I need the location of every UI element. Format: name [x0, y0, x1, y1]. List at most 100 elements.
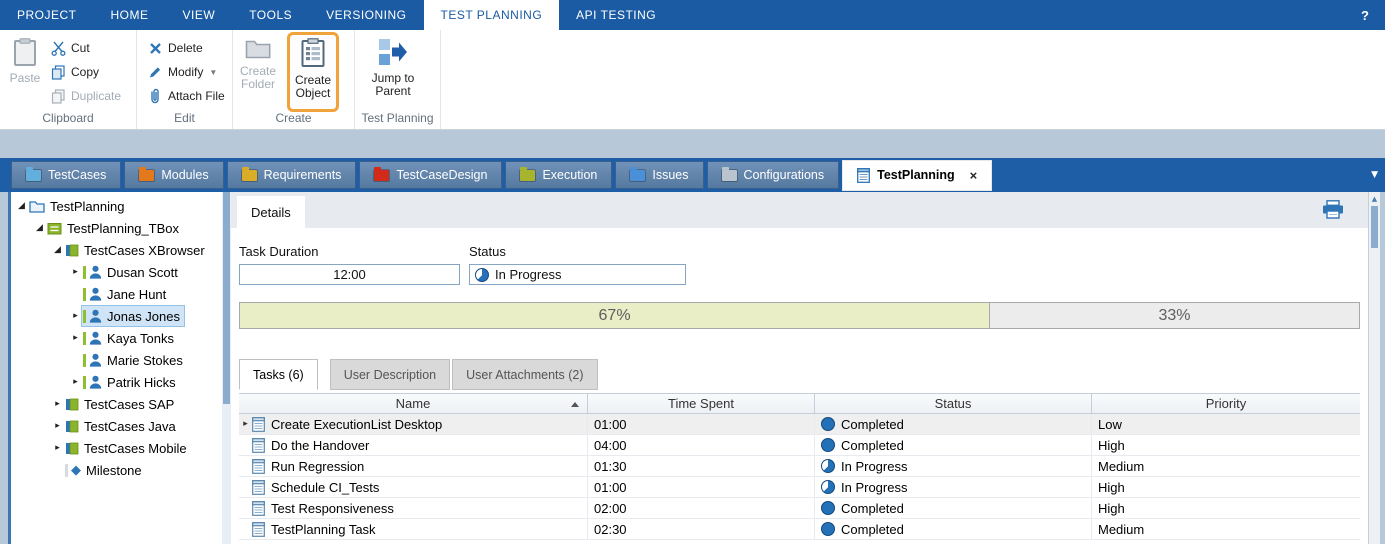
tab-user-description[interactable]: User Description [330, 359, 450, 390]
priority-cell: Low [1092, 414, 1360, 434]
delete-x-icon [147, 42, 163, 55]
menu-tab-home[interactable]: HOME [94, 0, 166, 30]
time-spent-cell: 01:00 [588, 477, 815, 497]
duplicate-icon [50, 89, 66, 104]
column-header-name[interactable]: Name [239, 394, 588, 413]
task-icon [252, 459, 265, 474]
tree-item-kaya-tonks[interactable]: ▸ Kaya Tonks [11, 327, 222, 349]
doc-tab-testcases[interactable]: TestCases [11, 161, 121, 189]
close-tab-icon[interactable]: × [970, 168, 978, 183]
paste-button[interactable]: Paste [2, 33, 48, 111]
expand-arrow-icon[interactable]: ▸ [69, 333, 82, 343]
status-field[interactable]: In Progress [469, 264, 686, 285]
menu-tab-api-testing[interactable]: API TESTING [559, 0, 673, 30]
tree-item-testcases-sap[interactable]: ▸ TestCases SAP [11, 393, 222, 415]
column-header-status[interactable]: Status [815, 394, 1092, 413]
doc-tab-configurations[interactable]: Configurations [707, 161, 840, 189]
table-row[interactable]: Do the Handover 04:00 Completed High [239, 435, 1360, 456]
copy-button[interactable]: Copy [46, 60, 125, 84]
tab-user-attachments[interactable]: User Attachments (2) [452, 359, 597, 390]
row-expand-icon[interactable]: ▸ [239, 419, 252, 429]
scroll-up-icon[interactable]: ▲ [1369, 192, 1380, 205]
tree-item-jonas-jones[interactable]: ▸ Jonas Jones [11, 305, 222, 327]
folder-icon [245, 38, 271, 62]
details-scrollbar-thumb[interactable] [1371, 206, 1378, 248]
table-row[interactable]: Schedule CI_Tests 01:00 In Progress High [239, 477, 1360, 498]
cut-button[interactable]: Cut [46, 36, 125, 60]
tree-item-label: TestPlanning_TBox [67, 221, 179, 236]
tree-item-patrik-hicks[interactable]: ▸ Patrik Hicks [11, 371, 222, 393]
details-scrollbar[interactable]: ▲ [1368, 192, 1380, 544]
column-header-time-spent[interactable]: Time Spent [588, 394, 815, 413]
priority-cell: High [1092, 435, 1360, 455]
expand-arrow-icon[interactable]: ▸ [51, 443, 64, 453]
collapse-arrow-icon[interactable]: ◢ [15, 201, 28, 211]
create-folder-button[interactable]: Create Folder [235, 33, 281, 111]
tree-item-milestone[interactable]: ◆ Milestone [11, 459, 222, 481]
tree-item-label: Marie Stokes [107, 353, 183, 368]
menu-tab-versioning[interactable]: VERSIONING [309, 0, 423, 30]
modify-dropdown-icon[interactable]: ▼ [209, 68, 217, 77]
tree-scrollbar[interactable] [222, 192, 231, 544]
modify-button[interactable]: Modify ▼ [143, 60, 229, 84]
doc-tab-requirements[interactable]: Requirements [227, 161, 357, 189]
attach-file-button[interactable]: Attach File [143, 84, 229, 108]
tab-overflow-dropdown-icon[interactable]: ▼ [1371, 170, 1378, 180]
expand-arrow-icon[interactable]: ▸ [51, 399, 64, 409]
folder-icon [26, 170, 41, 181]
task-duration-field[interactable]: 12:00 [239, 264, 460, 285]
tree-item-dusan-scott[interactable]: ▸ Dusan Scott [11, 261, 222, 283]
delete-label: Delete [168, 41, 203, 55]
doc-tab-label: Modules [161, 168, 208, 182]
table-row[interactable]: ▸ Create ExecutionList Desktop 01:00 Com… [239, 414, 1360, 435]
tree-item-testcases-xbrowser[interactable]: ◢ TestCases XBrowser [11, 239, 222, 261]
help-button[interactable]: ? [1345, 0, 1385, 30]
status-icon [475, 268, 489, 282]
tab-tasks[interactable]: Tasks (6) [239, 359, 318, 390]
doc-tab-issues[interactable]: Issues [615, 161, 703, 189]
status-text: Completed [841, 522, 904, 537]
tree-item-testcases-mobile[interactable]: ▸ TestCases Mobile [11, 437, 222, 459]
doc-tab-testplanning[interactable]: TestPlanning × [842, 160, 992, 191]
column-label: Status [935, 396, 972, 411]
expand-arrow-icon[interactable]: ▸ [69, 311, 82, 321]
project-tree: ◢ TestPlanning ◢ TestPlanning_TBox ◢ [8, 192, 222, 544]
tree-item-label: Milestone [86, 463, 142, 478]
menu-tab-test-planning[interactable]: TEST PLANNING [424, 0, 560, 30]
person-icon [89, 375, 102, 389]
duplicate-button[interactable]: Duplicate [46, 84, 125, 108]
expand-arrow-icon[interactable]: ▸ [51, 421, 64, 431]
expand-arrow-icon[interactable]: ▸ [69, 377, 82, 387]
menu-tab-tools[interactable]: TOOLS [232, 0, 309, 30]
create-object-button[interactable]: Create Object [287, 32, 339, 112]
tree-scrollbar-thumb[interactable] [223, 192, 230, 404]
doc-tab-modules[interactable]: Modules [124, 161, 223, 189]
cut-label: Cut [71, 41, 90, 55]
collapse-arrow-icon[interactable]: ◢ [51, 245, 64, 255]
tree-item-testcases-java[interactable]: ▸ TestCases Java [11, 415, 222, 437]
doc-tab-execution[interactable]: Execution [505, 161, 612, 189]
task-name: Do the Handover [271, 438, 369, 453]
menu-tab-project[interactable]: PROJECT [0, 0, 94, 30]
collapse-arrow-icon[interactable]: ◢ [33, 223, 46, 233]
tree-item-jane-hunt[interactable]: Jane Hunt [11, 283, 222, 305]
jump-to-parent-button[interactable]: Jump to Parent [370, 33, 416, 111]
tasks-table: Name Time Spent Status Priority ▸ Create [239, 393, 1360, 540]
tree-item-testplanning-tbox[interactable]: ◢ TestPlanning_TBox [11, 217, 222, 239]
doc-tab-testcasedesign[interactable]: TestCaseDesign [359, 161, 502, 189]
milestone-diamond-icon: ◆ [71, 464, 81, 477]
create-folder-label: Create Folder [235, 65, 281, 91]
column-header-priority[interactable]: Priority [1092, 394, 1360, 413]
delete-button[interactable]: Delete [143, 36, 229, 60]
table-row[interactable]: Test Responsiveness 02:00 Completed High [239, 498, 1360, 519]
menu-tab-view[interactable]: VIEW [166, 0, 233, 30]
time-spent-cell: 02:00 [588, 498, 815, 518]
expand-arrow-icon[interactable]: ▸ [69, 267, 82, 277]
table-row[interactable]: TestPlanning Task 02:30 Completed Medium [239, 519, 1360, 540]
tree-item-testplanning[interactable]: ◢ TestPlanning [11, 195, 222, 217]
tree-item-marie-stokes[interactable]: Marie Stokes [11, 349, 222, 371]
print-icon[interactable] [1322, 200, 1344, 219]
task-name: Schedule CI_Tests [271, 480, 379, 495]
table-row[interactable]: Run Regression 01:30 In Progress Medium [239, 456, 1360, 477]
details-tab[interactable]: Details [237, 196, 305, 228]
